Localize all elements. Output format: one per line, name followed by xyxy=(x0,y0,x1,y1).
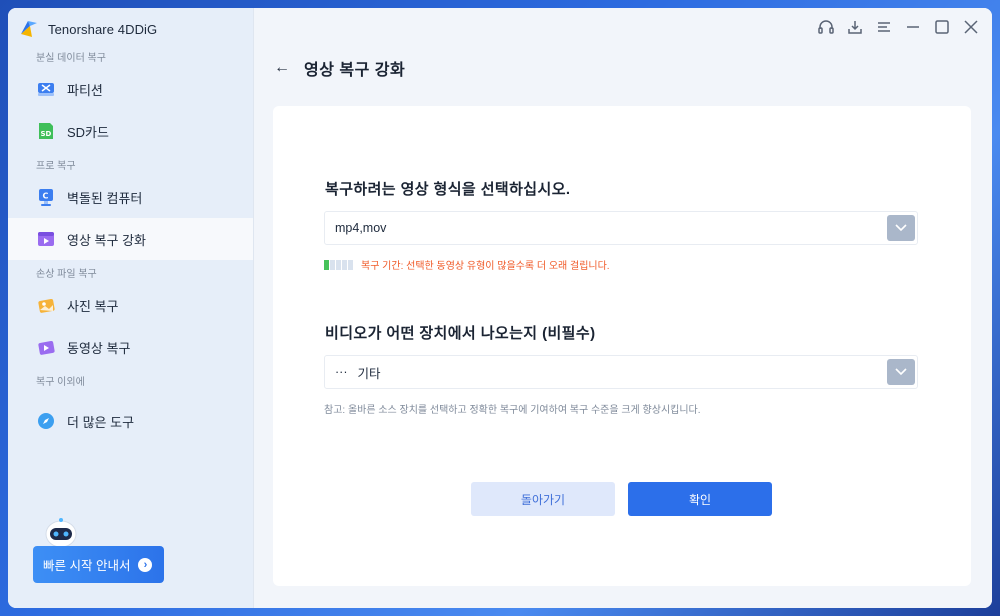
sidebar-item-more-tools[interactable]: 더 많은 도구 xyxy=(8,400,253,442)
quick-start-guide-button[interactable]: 빠른 시작 안내서 › xyxy=(33,546,164,583)
brand: Tenorshare 4DDiG xyxy=(8,8,253,50)
meter-segment xyxy=(342,259,347,270)
partition-icon xyxy=(38,83,54,96)
duration-hint: 복구 기간: 선택한 동영상 유형이 많을수록 더 오래 걸립니다. xyxy=(324,257,610,272)
app-title: Tenorshare 4DDiG xyxy=(48,21,158,37)
sidebar-item-sd-card[interactable]: SD SD카드 xyxy=(8,110,253,152)
main-panel: ← 영상 복구 강화 복구하려는 영상 형식을 선택하십시오. mp4,mov … xyxy=(254,8,992,608)
headset-icon[interactable] xyxy=(817,18,835,36)
video-icon xyxy=(38,341,55,355)
video-repair-icon xyxy=(38,232,54,246)
app-logo-icon xyxy=(21,21,37,37)
back-arrow-icon[interactable]: ← xyxy=(274,59,290,77)
close-icon[interactable] xyxy=(962,18,980,36)
meter-segment xyxy=(348,259,353,270)
sidebar-item-photo-repair[interactable]: 사진 복구 xyxy=(8,284,253,326)
back-button[interactable]: 돌아가기 xyxy=(471,482,615,516)
maximize-icon[interactable] xyxy=(933,18,951,36)
page-title: 영상 복구 강화 xyxy=(304,62,406,79)
sidebar-item-label: 파티션 xyxy=(67,82,103,98)
meter-segment xyxy=(336,259,341,270)
download-icon[interactable] xyxy=(846,18,864,36)
meter-segment xyxy=(324,259,329,270)
sidebar-item-crashed-computer[interactable]: C 벽돌된 컴퓨터 xyxy=(8,176,253,218)
duration-warning: 복구 기간: 선택한 동영상 유형이 많을수록 더 오래 걸립니다. xyxy=(361,261,610,272)
sidebar-item-label: 사진 복구 xyxy=(67,298,119,314)
sidebar-item-video-file-repair[interactable]: 동영상 복구 xyxy=(8,326,253,368)
device-note: 참고: 올바른 소스 장치를 선택하고 정확한 복구에 기여하여 복구 수준을 … xyxy=(324,405,701,416)
confirm-button[interactable]: 확인 xyxy=(628,482,772,516)
app-window: Tenorshare 4DDiG 분실 데이터 복구 파티션 SD SD카드 프… xyxy=(8,8,992,608)
sidebar-item-label: SD카드 xyxy=(67,124,109,140)
titlebar-controls xyxy=(817,18,980,36)
sidebar-item-video-repair[interactable]: 영상 복구 강화 xyxy=(8,218,253,260)
section-label-lost-data: 분실 데이터 복구 xyxy=(36,53,106,64)
photo-icon xyxy=(38,299,55,313)
svg-text:SD: SD xyxy=(41,130,52,138)
format-question-title: 복구하려는 영상 형식을 선택하십시오. xyxy=(325,181,571,198)
video-format-value: mp4,mov xyxy=(335,221,387,235)
page-header: ← 영상 복구 강화 xyxy=(274,58,406,79)
minimize-icon[interactable] xyxy=(904,18,922,36)
device-value-prefix: ··· xyxy=(335,365,348,379)
chevron-down-icon[interactable] xyxy=(887,359,915,385)
quick-start-guide-label: 빠른 시작 안내서 xyxy=(43,559,131,573)
source-device-value: 기타 xyxy=(357,366,381,381)
source-device-select[interactable]: ··· 기타 xyxy=(324,355,918,389)
sidebar-item-label: 더 많은 도구 xyxy=(67,414,135,430)
chevron-down-icon[interactable] xyxy=(887,215,915,241)
sidebar-item-partition[interactable]: 파티션 xyxy=(8,68,253,110)
section-label-pro: 프로 복구 xyxy=(36,161,76,172)
section-label-damaged-file: 손상 파일 복구 xyxy=(36,269,97,280)
menu-icon[interactable] xyxy=(875,18,893,36)
sidebar-item-label: 벽돌된 컴퓨터 xyxy=(67,190,143,206)
chevron-right-icon: › xyxy=(138,557,153,572)
video-format-select[interactable]: mp4,mov xyxy=(324,211,918,245)
sidebar-item-label: 동영상 복구 xyxy=(67,340,131,356)
compass-icon xyxy=(38,413,54,429)
meter-segment xyxy=(330,259,335,270)
section-label-beyond-recovery: 복구 이외에 xyxy=(36,377,85,388)
device-question-title: 비디오가 어떤 장치에서 나오는지 (비필수) xyxy=(325,325,596,342)
sd-card-icon: SD xyxy=(39,123,53,139)
crashed-computer-icon: C xyxy=(39,189,53,206)
sidebar: Tenorshare 4DDiG 분실 데이터 복구 파티션 SD SD카드 프… xyxy=(8,8,254,608)
settings-card: 복구하려는 영상 형식을 선택하십시오. mp4,mov 복구 기간: 선택한 … xyxy=(273,106,971,586)
duration-meter xyxy=(324,259,353,270)
svg-text:C: C xyxy=(43,192,49,201)
sidebar-item-label: 영상 복구 강화 xyxy=(67,232,146,248)
